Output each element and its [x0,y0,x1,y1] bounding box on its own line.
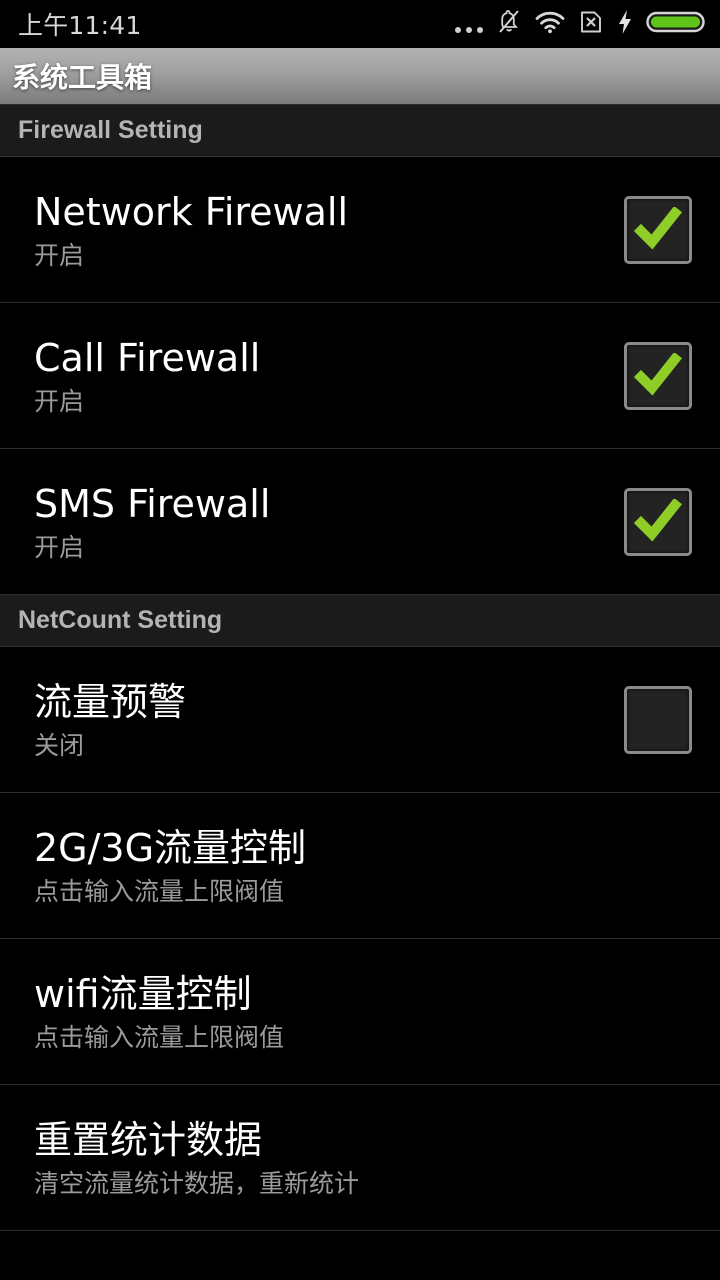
list-item-title: 重置统计数据 [34,1117,263,1162]
list-item-subtitle: 点击输入流量上限阀值 [34,876,285,906]
list-item-subtitle: 开启 [34,532,85,562]
list-item-title: Call Firewall [34,335,261,380]
app-title-bar: 系统工具箱 [0,48,720,105]
section-header-netcount: NetCount Setting [0,595,720,647]
wifi-icon [535,10,565,39]
more-dots-icon [455,11,483,37]
list-item-subtitle: 关闭 [34,730,85,760]
list-item-reset-statistics[interactable]: 重置统计数据 清空流量统计数据，重新统计 [0,1085,720,1231]
list-item-traffic-alert[interactable]: 流量预警 关闭 [0,647,720,793]
list-item-wifi-data-control[interactable]: wifi流量控制 点击输入流量上限阀值 [0,939,720,1085]
checkbox-traffic-alert[interactable] [624,685,692,754]
status-bar-icons [455,8,706,41]
checkbox-network-firewall[interactable] [624,195,692,264]
list-item-sms-firewall[interactable]: SMS Firewall 开启 [0,449,720,595]
list-item-title: Network Firewall [34,189,349,234]
sim-missing-icon [578,8,604,41]
list-item-title: wifi流量控制 [34,971,252,1016]
check-icon [633,498,683,542]
page-title: 系统工具箱 [12,61,153,94]
list-item-text-group: 2G/3G流量控制 点击输入流量上限阀值 [34,825,692,907]
check-icon [633,206,683,250]
list-item-text-group: wifi流量控制 点击输入流量上限阀值 [34,971,692,1053]
app-screen: 上午11:41 系统工具箱 Firewall Setting Network F… [0,0,720,1280]
section-header-label: Firewall Setting [18,116,203,144]
list-item-text-group: SMS Firewall 开启 [34,481,624,563]
list-empty-area [0,1231,720,1280]
list-item-text-group: 重置统计数据 清空流量统计数据，重新统计 [34,1117,692,1199]
list-item-subtitle: 清空流量统计数据，重新统计 [34,1168,360,1198]
list-item-subtitle: 开启 [34,386,85,416]
list-item-text-group: Network Firewall 开启 [34,189,624,271]
bell-muted-icon [496,8,522,41]
section-header-label: NetCount Setting [18,606,223,634]
list-item-text-group: 流量预警 关闭 [34,679,624,761]
section-header-firewall: Firewall Setting [0,105,720,157]
list-item-subtitle: 点击输入流量上限阀值 [34,1022,285,1052]
list-item-mobile-data-control[interactable]: 2G/3G流量控制 点击输入流量上限阀值 [0,793,720,939]
list-item-network-firewall[interactable]: Network Firewall 开启 [0,157,720,303]
list-item-text-group: Call Firewall 开启 [34,335,624,417]
check-icon [633,352,683,396]
list-item-call-firewall[interactable]: Call Firewall 开启 [0,303,720,449]
list-item-title: SMS Firewall [34,481,271,526]
list-item-title: 流量预警 [34,679,187,724]
list-item-title: 2G/3G流量控制 [34,825,307,870]
status-bar-clock: 上午11:41 [18,11,142,40]
settings-list: Firewall Setting Network Firewall 开启 Cal… [0,105,720,1280]
checkbox-call-firewall[interactable] [624,341,692,410]
list-item-subtitle: 开启 [34,240,85,270]
checkbox-sms-firewall[interactable] [624,487,692,556]
battery-icon [646,8,706,41]
charging-bolt-icon [617,8,633,41]
status-bar: 上午11:41 [0,0,720,48]
